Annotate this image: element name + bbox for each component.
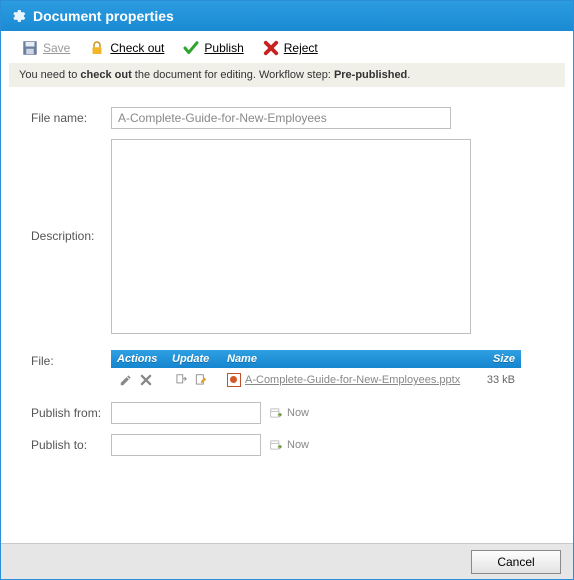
- footer: Cancel: [1, 543, 573, 579]
- file-link[interactable]: A-Complete-Guide-for-New-Employees.pptx: [245, 374, 460, 386]
- file-name-label: File name:: [31, 111, 111, 125]
- dialog-title: Document properties: [33, 8, 174, 24]
- notice-bar: You need to check out the document for e…: [9, 63, 565, 87]
- checkout-label: Check out: [110, 41, 164, 55]
- calendar-now-icon: [267, 436, 285, 454]
- notice-text: .: [407, 69, 410, 81]
- now-label: Now: [287, 407, 309, 419]
- now-label: Now: [287, 439, 309, 451]
- notice-text: the document for editing. Workflow step:: [132, 69, 334, 81]
- now-button-to[interactable]: Now: [267, 436, 309, 454]
- file-table-header: Actions Update Name Size: [111, 350, 521, 368]
- form: File name: Description: File: Actions Up…: [1, 87, 573, 476]
- gear-icon: [9, 7, 27, 25]
- description-label: Description:: [31, 139, 111, 243]
- upload-icon[interactable]: [172, 371, 190, 389]
- calendar-now-icon: [267, 404, 285, 422]
- pptx-icon: [227, 373, 241, 387]
- checkout-button[interactable]: Check out: [88, 39, 164, 57]
- publish-label: Publish: [204, 41, 243, 55]
- reject-icon: [262, 39, 280, 57]
- reject-button[interactable]: Reject: [262, 39, 318, 57]
- save-icon: [21, 39, 39, 57]
- col-update: Update: [172, 353, 227, 365]
- cancel-button[interactable]: Cancel: [471, 550, 561, 574]
- page-edit-icon[interactable]: [192, 371, 210, 389]
- now-button-from[interactable]: Now: [267, 404, 309, 422]
- file-table: Actions Update Name Size A-Complete-Guid…: [111, 350, 521, 392]
- delete-icon[interactable]: [137, 371, 155, 389]
- description-input[interactable]: [111, 139, 471, 334]
- col-name: Name: [227, 353, 475, 365]
- col-actions: Actions: [117, 353, 172, 365]
- col-size: Size: [475, 353, 515, 365]
- publish-from-label: Publish from:: [31, 406, 111, 420]
- publish-from-input[interactable]: [111, 402, 261, 424]
- check-icon: [182, 39, 200, 57]
- notice-bold: check out: [80, 69, 131, 81]
- lock-icon: [88, 39, 106, 57]
- toolbar: Save Check out Publish Reject: [1, 31, 573, 63]
- publish-to-input[interactable]: [111, 434, 261, 456]
- publish-button[interactable]: Publish: [182, 39, 243, 57]
- reject-label: Reject: [284, 41, 318, 55]
- file-table-row: A-Complete-Guide-for-New-Employees.pptx …: [111, 368, 521, 392]
- file-name-input[interactable]: [111, 107, 451, 129]
- notice-text: You need to: [19, 69, 80, 81]
- edit-icon[interactable]: [117, 371, 135, 389]
- save-label: Save: [43, 41, 70, 55]
- notice-bold: Pre-published: [334, 69, 407, 81]
- title-bar: Document properties: [1, 1, 573, 31]
- save-button: Save: [21, 39, 70, 57]
- file-label: File:: [31, 350, 111, 368]
- file-size: 33 kB: [475, 374, 515, 386]
- publish-to-label: Publish to:: [31, 438, 111, 452]
